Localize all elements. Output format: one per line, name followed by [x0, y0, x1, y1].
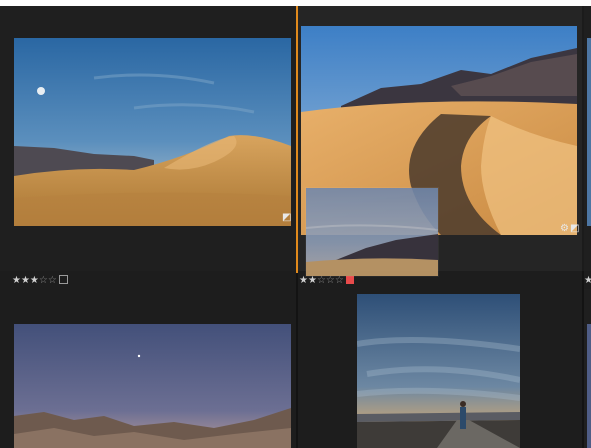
column-separator	[296, 271, 298, 448]
column-separator	[582, 271, 584, 448]
edit-icon[interactable]: ◩	[570, 224, 579, 234]
photo-thumbnail-person-road[interactable]	[357, 294, 520, 448]
photo-thumbnail-moon-dunes[interactable]	[14, 38, 291, 226]
star-rating-cell-1[interactable]: ★★★☆☆	[12, 275, 68, 286]
drag-preview-thumbnail	[306, 188, 438, 276]
photo-thumbnail-twilight-badlands[interactable]	[14, 324, 291, 448]
grid-cell-1[interactable]: ◩	[0, 6, 296, 271]
star-rating-cell-3[interactable]: ★	[584, 275, 591, 286]
grid-cell-6-partial[interactable]	[584, 289, 591, 448]
selection-indicator	[296, 6, 298, 273]
grid-cell-3-partial[interactable]	[584, 6, 591, 271]
edit-icon[interactable]: ◩	[282, 213, 291, 223]
color-label-red[interactable]	[345, 276, 354, 284]
color-label-none[interactable]	[58, 275, 68, 284]
grid-cell-5[interactable]	[298, 289, 582, 448]
star-rating-cell-2[interactable]: ★★☆☆☆	[299, 275, 354, 286]
grid-cell-4[interactable]	[0, 289, 296, 448]
gear-icon[interactable]: ⚙	[560, 224, 569, 234]
